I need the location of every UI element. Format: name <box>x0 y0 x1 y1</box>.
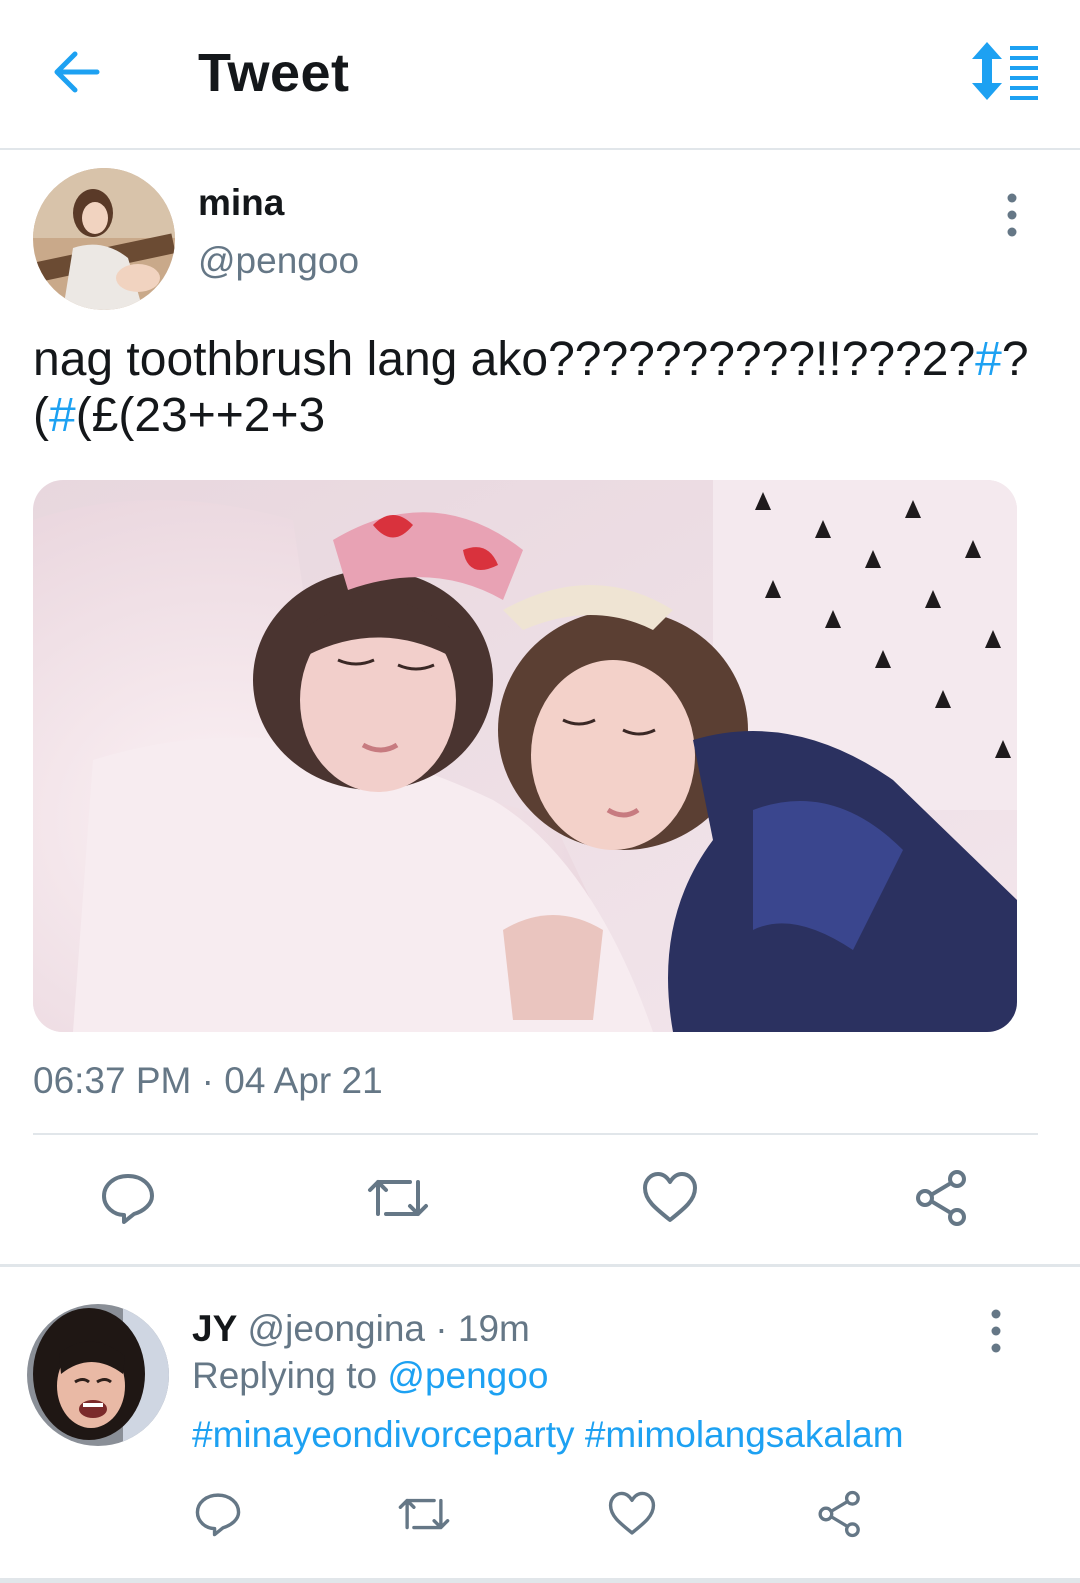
reply-avatar[interactable] <box>27 1304 169 1446</box>
share-icon <box>818 1490 860 1538</box>
hashtag-link[interactable]: # <box>975 333 1002 386</box>
share-button[interactable] <box>910 1166 974 1230</box>
more-vertical-icon <box>1007 193 1017 237</box>
reply-icon <box>195 1493 241 1537</box>
top-app-bar: Tweet <box>0 0 1080 150</box>
like-button[interactable] <box>638 1166 702 1230</box>
tweet-text-part: ( <box>33 389 49 442</box>
reply-more-options-button[interactable] <box>974 1306 1018 1356</box>
reply-age: 19m <box>457 1308 530 1349</box>
reply-retweet-button[interactable] <box>392 1482 456 1546</box>
tweet-timestamp: 06:37 PM · 04 Apr 21 <box>33 1060 383 1101</box>
bottom-divider <box>0 1578 1080 1583</box>
tweet-text-part: nag toothbrush lang ako??????????!!???2? <box>33 333 976 386</box>
share-icon <box>916 1170 966 1226</box>
replying-to: Replying to @pengoo <box>192 1355 548 1397</box>
sort-list-icon <box>972 42 1038 100</box>
separator: · <box>425 1308 458 1349</box>
reply-button[interactable] <box>96 1166 160 1230</box>
replying-to-handle[interactable]: @pengoo <box>387 1355 548 1396</box>
retweet-button[interactable] <box>366 1166 430 1230</box>
reply-author-name[interactable]: JY <box>192 1308 237 1349</box>
reply-text[interactable]: #minayeondivorceparty #mimolangsakalam <box>192 1414 904 1456</box>
reply-reply-button[interactable] <box>186 1482 250 1546</box>
arrow-left-icon <box>54 51 100 93</box>
more-vertical-icon <box>991 1309 1001 1353</box>
tweet-text: nag toothbrush lang ako??????????!!???2?… <box>33 332 1033 444</box>
tweet-text-part: ? <box>1001 333 1029 386</box>
like-icon <box>643 1172 697 1222</box>
author-handle[interactable]: @pengoo <box>198 240 359 282</box>
retweet-icon <box>398 1498 450 1530</box>
tweet-text-part: (£(23++2+3 <box>75 389 326 442</box>
reply-like-button[interactable] <box>600 1482 664 1546</box>
more-options-button[interactable] <box>990 190 1034 240</box>
divider <box>33 1133 1038 1135</box>
reply-share-button[interactable] <box>808 1482 872 1546</box>
hashtag-link[interactable]: # <box>49 389 76 442</box>
tweet-photo[interactable] <box>33 480 1017 1032</box>
retweet-icon <box>368 1180 428 1216</box>
author-name[interactable]: mina <box>198 182 284 224</box>
back-button[interactable] <box>48 44 104 100</box>
avatar[interactable] <box>33 168 175 310</box>
sort-replies-button[interactable] <box>970 40 1044 102</box>
reply-icon <box>102 1174 154 1224</box>
section-divider <box>0 1264 1080 1267</box>
like-icon <box>608 1491 656 1535</box>
reply-author-handle[interactable]: @jeongina <box>248 1308 425 1349</box>
page-title: Tweet <box>198 43 350 103</box>
reply-header: JY @jeongina · 19m <box>192 1308 530 1350</box>
replying-to-label: Replying to <box>192 1355 388 1396</box>
